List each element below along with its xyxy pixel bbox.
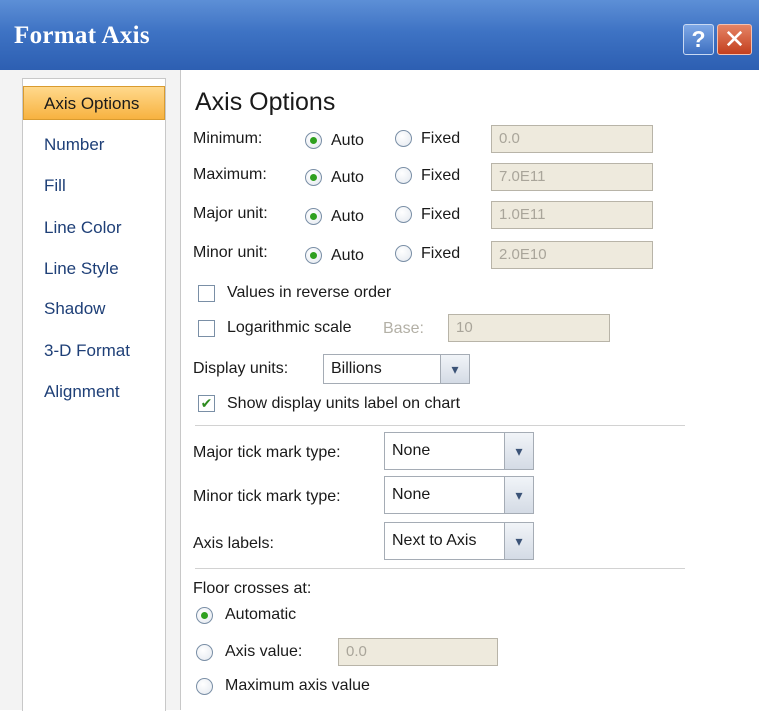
- close-button[interactable]: ✕: [717, 24, 752, 55]
- minimum-value-field[interactable]: 0.0: [491, 125, 653, 153]
- axis-labels-value: Next to Axis: [392, 532, 477, 549]
- axis-labels-label: Axis labels:: [193, 535, 274, 552]
- major-unit-auto-label[interactable]: Auto: [331, 208, 364, 226]
- show-units-label-checkbox[interactable]: ✔: [198, 395, 215, 412]
- floor-crosses-label: Floor crosses at:: [193, 580, 312, 597]
- reverse-order-checkbox[interactable]: [198, 285, 215, 302]
- nav-item-3d-format[interactable]: 3-D Format: [23, 334, 165, 368]
- minimum-auto-radio[interactable]: [305, 132, 322, 149]
- axis-options-panel: Axis Options Minimum: Auto Fixed 0.0 Max…: [180, 70, 759, 710]
- display-units-select[interactable]: Billions ▾: [323, 354, 470, 384]
- minor-tick-label: Minor tick mark type:: [193, 488, 341, 505]
- maximum-auto-label[interactable]: Auto: [331, 169, 364, 187]
- nav-item-line-color[interactable]: Line Color: [23, 211, 165, 245]
- minimum-label: Minimum:: [193, 130, 263, 147]
- minor-tick-value: None: [392, 486, 431, 503]
- separator: [195, 425, 685, 426]
- major-unit-fixed-label[interactable]: Fixed: [421, 206, 460, 224]
- separator: [195, 568, 685, 569]
- nav-item-fill[interactable]: Fill: [23, 169, 165, 203]
- major-tick-label: Major tick mark type:: [193, 444, 341, 461]
- floor-maximum-label[interactable]: Maximum axis value: [225, 677, 370, 695]
- major-unit-value-field[interactable]: 1.0E11: [491, 201, 653, 229]
- axis-labels-select[interactable]: Next to Axis ▾: [384, 522, 534, 560]
- maximum-auto-radio[interactable]: [305, 169, 322, 186]
- major-tick-select[interactable]: None ▾: [384, 432, 534, 470]
- log-scale-label[interactable]: Logarithmic scale: [227, 319, 352, 337]
- chevron-down-icon[interactable]: ▾: [504, 523, 533, 559]
- minor-unit-fixed-label[interactable]: Fixed: [421, 245, 460, 263]
- major-unit-auto-radio[interactable]: [305, 208, 322, 225]
- minor-tick-select[interactable]: None ▾: [384, 476, 534, 514]
- show-units-label-text[interactable]: Show display units label on chart: [227, 395, 460, 413]
- log-base-field[interactable]: 10: [448, 314, 610, 342]
- floor-maximum-radio[interactable]: [196, 678, 213, 695]
- maximum-fixed-radio[interactable]: [395, 167, 412, 184]
- nav-item-line-style[interactable]: Line Style: [23, 252, 165, 286]
- floor-axis-value-radio[interactable]: [196, 644, 213, 661]
- chevron-down-icon[interactable]: ▾: [440, 355, 469, 383]
- reverse-order-label[interactable]: Values in reverse order: [227, 284, 391, 302]
- floor-axis-value-field[interactable]: 0.0: [338, 638, 498, 666]
- minor-unit-fixed-radio[interactable]: [395, 245, 412, 262]
- major-tick-value: None: [392, 442, 431, 459]
- maximum-value-field[interactable]: 7.0E11: [491, 163, 653, 191]
- maximum-fixed-label[interactable]: Fixed: [421, 167, 460, 185]
- floor-automatic-radio[interactable]: [196, 607, 213, 624]
- display-units-value: Billions: [331, 360, 382, 377]
- log-base-label: Base:: [383, 320, 424, 337]
- title-bar: Format Axis ? ✕: [0, 0, 759, 70]
- minimum-fixed-label[interactable]: Fixed: [421, 130, 460, 148]
- help-button[interactable]: ?: [683, 24, 714, 55]
- maximum-label: Maximum:: [193, 166, 267, 183]
- chevron-down-icon[interactable]: ▾: [504, 433, 533, 469]
- minor-unit-value-field[interactable]: 2.0E10: [491, 241, 653, 269]
- nav-item-axis-options[interactable]: Axis Options: [23, 86, 165, 120]
- chevron-down-icon[interactable]: ▾: [504, 477, 533, 513]
- minor-unit-auto-label[interactable]: Auto: [331, 247, 364, 265]
- display-units-label: Display units:: [193, 360, 289, 377]
- major-unit-label: Major unit:: [193, 205, 268, 222]
- category-nav: Axis Options Number Fill Line Color Line…: [22, 78, 166, 711]
- floor-axis-value-label[interactable]: Axis value:: [225, 643, 302, 661]
- dialog-body: Axis Options Number Fill Line Color Line…: [0, 70, 759, 711]
- minor-unit-label: Minor unit:: [193, 244, 268, 261]
- nav-item-number[interactable]: Number: [23, 128, 165, 162]
- major-unit-fixed-radio[interactable]: [395, 206, 412, 223]
- minimum-auto-label[interactable]: Auto: [331, 132, 364, 150]
- log-scale-checkbox[interactable]: [198, 320, 215, 337]
- nav-item-alignment[interactable]: Alignment: [23, 375, 165, 409]
- floor-automatic-label[interactable]: Automatic: [225, 606, 296, 624]
- minimum-fixed-radio[interactable]: [395, 130, 412, 147]
- minor-unit-auto-radio[interactable]: [305, 247, 322, 264]
- panel-heading: Axis Options: [195, 88, 336, 116]
- nav-item-shadow[interactable]: Shadow: [23, 292, 165, 326]
- window-title: Format Axis: [14, 22, 150, 49]
